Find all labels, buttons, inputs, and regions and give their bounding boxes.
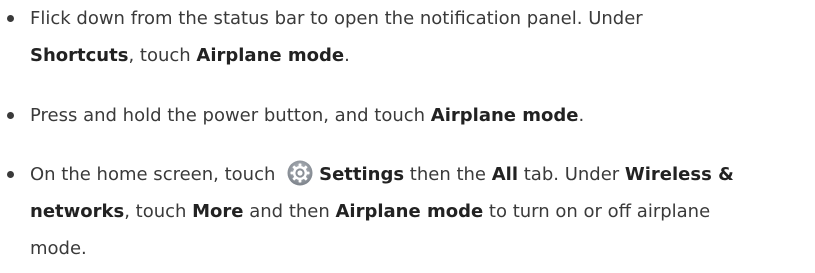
text-line: Press and hold the power button, and tou… <box>30 97 810 134</box>
text-run: Press and hold the power button, and tou… <box>30 105 431 126</box>
bold-shortcuts: Shortcuts <box>30 45 129 66</box>
text-run: Flick down from the status bar to open t… <box>30 8 643 29</box>
bold-settings: Settings <box>319 164 405 185</box>
text-run: On the home screen, touch <box>30 164 282 185</box>
list-item-text: Flick down from the status bar to open t… <box>30 0 810 74</box>
text-run: to turn on or off airplane <box>483 201 711 222</box>
text-line: networks, touch More and then Airplane m… <box>30 193 810 230</box>
list-item-text: Press and hold the power button, and tou… <box>30 97 810 134</box>
text-run: . <box>344 45 350 66</box>
text-run: then the <box>404 164 492 185</box>
text-run: , touch <box>124 201 193 222</box>
bold-more: More <box>192 201 244 222</box>
text-run: and then <box>243 201 336 222</box>
bullet-icon <box>7 171 14 178</box>
settings-gear-icon <box>287 160 313 186</box>
text-line: On the home screen, touch Settings then … <box>30 156 810 193</box>
bold-all: All <box>491 164 519 185</box>
bold-airplane-mode: Airplane mode <box>335 201 484 222</box>
text-line: mode. <box>30 230 810 267</box>
text-run: mode. <box>30 238 87 259</box>
text-run: . <box>578 105 585 126</box>
text-line: Flick down from the status bar to open t… <box>30 0 810 37</box>
text-run: , touch <box>128 45 197 66</box>
bold-wireless: Wireless & <box>624 164 734 185</box>
list-item-text: On the home screen, touch Settings then … <box>30 156 810 267</box>
bold-networks: networks <box>30 201 125 222</box>
text-line: Shortcuts, touch Airplane mode. <box>30 37 810 74</box>
bold-airplane-mode: Airplane mode <box>430 105 579 126</box>
bullet-icon <box>7 15 14 22</box>
bold-airplane-mode: Airplane mode <box>196 45 345 66</box>
bullet-icon <box>7 112 14 119</box>
text-run: tab. Under <box>518 164 625 185</box>
